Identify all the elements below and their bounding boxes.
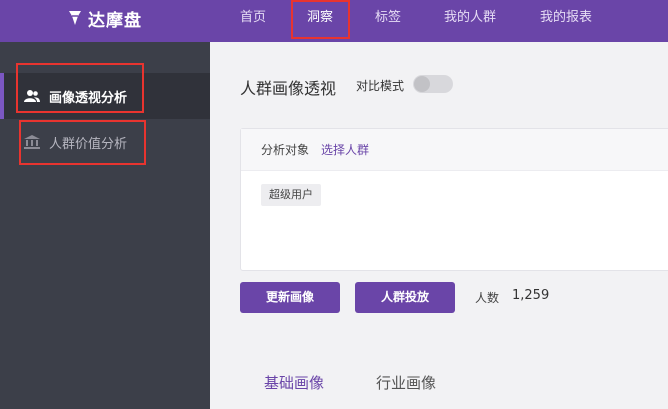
highlight-nav-insight [291, 0, 350, 39]
target-panel: 分析对象 选择人群 超级用户 [240, 128, 668, 271]
crowd-delivery-button[interactable]: 人群投放 [355, 282, 455, 313]
brand-logo[interactable]: 达摩盘 [66, 0, 142, 36]
count-label: 人数 [475, 291, 500, 305]
selected-crowd-tag[interactable]: 超级用户 [261, 184, 321, 206]
nav-my-crowds[interactable]: 我的人群 [444, 0, 496, 36]
tab-basic-portrait[interactable]: 基础画像 [264, 372, 324, 393]
nav-my-reports[interactable]: 我的报表 [540, 0, 592, 36]
target-label: 分析对象 [261, 143, 310, 157]
main-content: 人群画像透视 对比模式 分析对象 选择人群 超级用户 更新画像 人群投放 人数 … [210, 42, 668, 409]
refresh-portrait-button[interactable]: 更新画像 [240, 282, 340, 313]
diamond-logo-icon [69, 11, 81, 25]
tab-industry-portrait[interactable]: 行业画像 [376, 372, 436, 393]
nav-tags[interactable]: 标签 [375, 0, 401, 36]
nav-home[interactable]: 首页 [240, 0, 266, 36]
brand-name: 达摩盘 [88, 10, 142, 31]
compare-mode-label: 对比模式 [356, 79, 405, 93]
highlight-value-analysis [19, 120, 146, 165]
compare-mode-toggle[interactable] [413, 75, 453, 93]
target-panel-header: 分析对象 选择人群 [241, 129, 668, 171]
select-crowd-link[interactable]: 选择人群 [321, 141, 369, 158]
page-title: 人群画像透视 [240, 79, 337, 98]
highlight-portrait-analysis [16, 63, 144, 113]
count-value: 1,259 [512, 288, 550, 303]
toggle-knob [414, 76, 430, 92]
